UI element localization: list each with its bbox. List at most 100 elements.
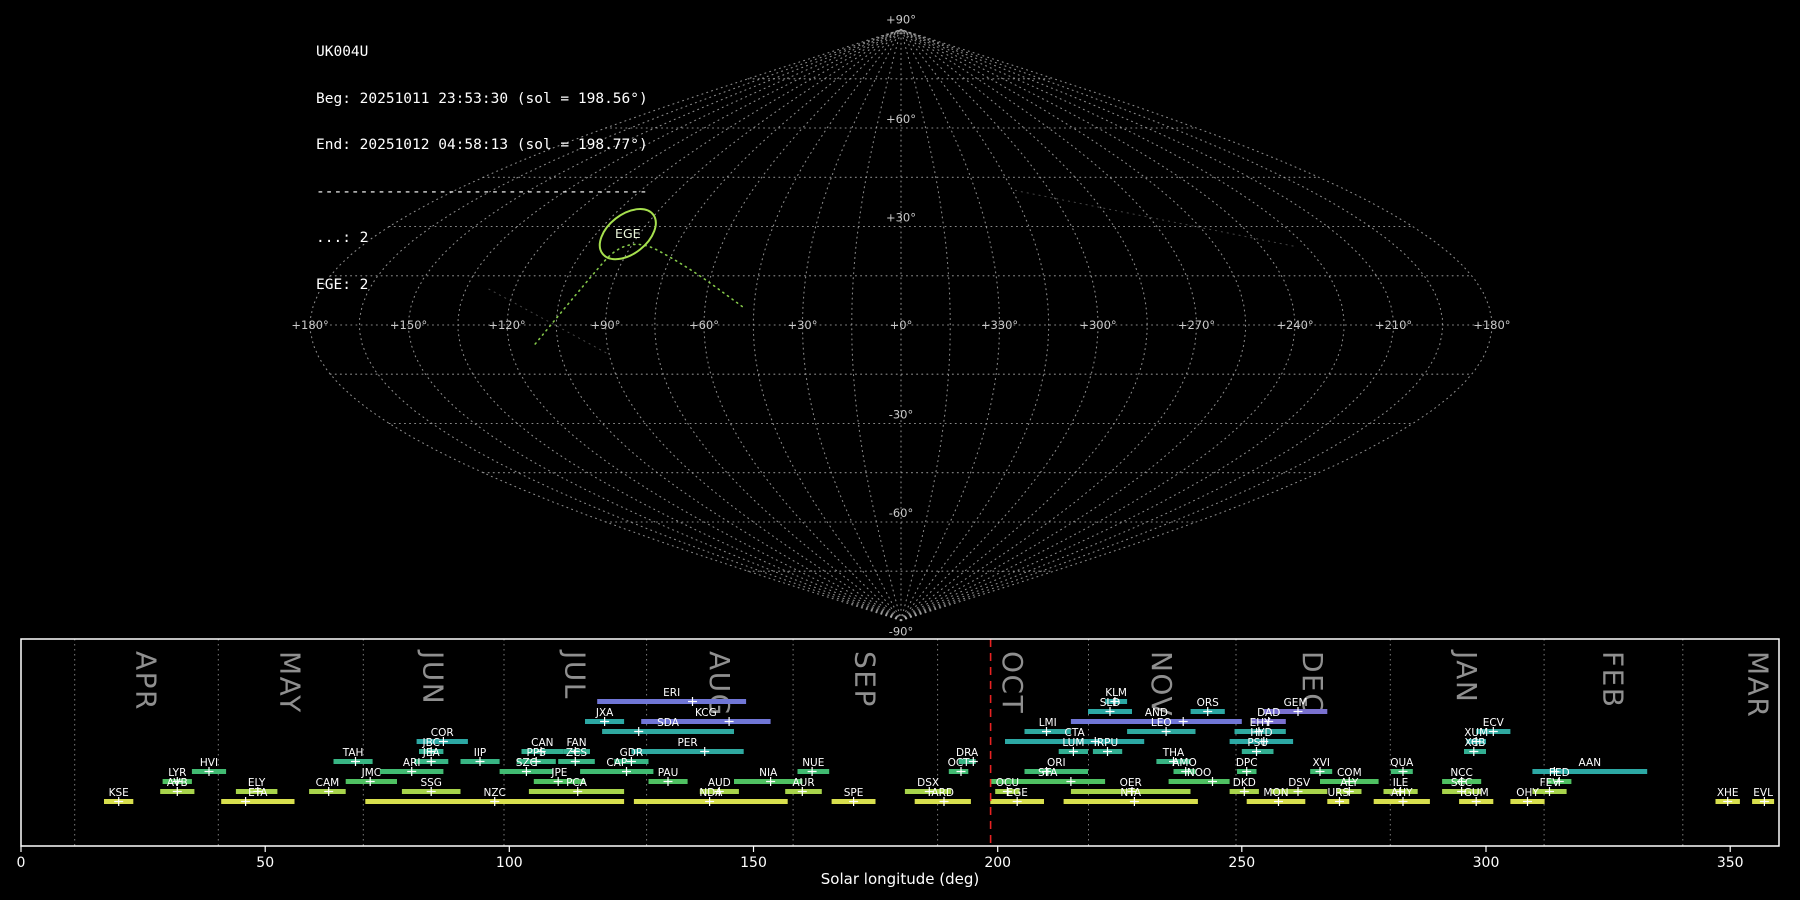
shower-peak-marker (688, 697, 697, 706)
shower-label: AUR (793, 777, 815, 789)
x-tick-label: 50 (256, 855, 274, 871)
shower-label: ERI (663, 687, 680, 699)
shower-label: SZC (516, 757, 537, 769)
month-label: APR (130, 651, 163, 711)
shower-label: DPC (1236, 757, 1258, 769)
x-tick-label: 250 (1228, 855, 1255, 871)
skymap-lon-label: +270° (1178, 318, 1215, 332)
x-axis-title: Solar longitude (deg) (821, 870, 979, 888)
shower-label: OCT (948, 757, 971, 769)
skymap-lon-label: +60° (689, 318, 719, 332)
shower-label: NOO (1187, 767, 1211, 779)
shower-label: CAM (316, 777, 340, 789)
shower-label: SSG (420, 777, 441, 789)
count-sporadic-line: ...: 2 (316, 230, 369, 246)
shower-bar (580, 769, 654, 774)
shower-label: GEM (1284, 697, 1308, 709)
shower-label: JEA (422, 747, 441, 759)
shower-label: NIA (759, 767, 778, 779)
x-tick-label: 100 (496, 855, 523, 871)
shower-label: GUM (1464, 787, 1489, 799)
month-label: OCT (996, 651, 1029, 714)
shower-label: IIP (474, 747, 487, 759)
shower-label: LEO (1151, 717, 1172, 729)
shower-label: EGE (1006, 787, 1027, 799)
activity-timeline: APR MAY JUN JUL AUG SEP OCT NOV DEC JAN FEB MARERI K… (17, 638, 1780, 888)
skymap-lat-label: +30° (886, 211, 916, 225)
radiant-and-activity-chart: EGE+180° +150° +120° +90° +60° +30° +0° +330° +3… (17, 13, 1780, 888)
shower-label: NUE (802, 757, 824, 769)
shower-label: QUA (1390, 757, 1414, 769)
shower-label: RPU (1097, 737, 1118, 749)
shower-label: PSU (1247, 737, 1268, 749)
shower-peak-marker (1066, 777, 1076, 786)
shower-label: ARD (931, 787, 954, 799)
shower-label: EVL (1753, 787, 1773, 799)
shower-label: STA (1038, 767, 1058, 779)
count-ege-line: EGE: 2 (316, 276, 369, 293)
shower-label: LMI (1039, 717, 1057, 729)
month-label: JUN (417, 649, 450, 705)
shower-label: XHE (1717, 787, 1739, 799)
shower-label: DKD (1233, 777, 1256, 789)
skymap-lon-label: +30° (787, 318, 817, 332)
skymap-lon-label: +240° (1276, 318, 1313, 332)
shower-bar (221, 799, 295, 804)
shower-label: AVB (167, 777, 188, 789)
shower-label: XVI (1312, 757, 1329, 769)
shower-label: PAU (658, 767, 679, 779)
x-tick-label: 300 (1473, 855, 1500, 871)
month-label: JAN (1450, 649, 1483, 703)
meteor-trail (1014, 189, 1294, 247)
skymap-lat-label: +90° (886, 13, 916, 27)
x-tick-label: 350 (1717, 855, 1744, 871)
shower-label: NTA (1120, 787, 1141, 799)
shower-label: AAN (1579, 757, 1602, 769)
shower-label: CAP (606, 757, 627, 769)
skymap-lat-label: -30° (889, 408, 914, 422)
shower-peak-marker (724, 717, 734, 726)
month-label: MAR (1742, 651, 1775, 718)
shower-label: ZCS (566, 747, 588, 759)
shower-label: KSE (109, 787, 129, 799)
shower-label: ARI (403, 757, 421, 769)
shower-label: NDA (699, 787, 723, 799)
shower-label: TAH (342, 747, 364, 759)
shower-label: PCA (566, 777, 588, 789)
x-tick-label: 150 (740, 855, 767, 871)
month-label: SEP (848, 651, 881, 708)
shower-label: ORS (1197, 697, 1220, 709)
skymap-lon-label: +330° (981, 318, 1018, 332)
observation-info: UK004U Beg: 20251011 23:53:30 (sol = 198… (316, 14, 648, 324)
skymap-lon-label: +210° (1375, 318, 1412, 332)
shower-peak-marker (634, 727, 644, 736)
shower-label: NZC (484, 787, 506, 799)
shower-label: HVI (200, 757, 218, 769)
shower-bar (1127, 729, 1196, 734)
shower-peak-marker (1178, 717, 1188, 726)
shower-label: URS (1327, 787, 1349, 799)
shower-bar (602, 729, 734, 734)
shower-label: DSV (1288, 777, 1311, 789)
shower-label: XCB (1465, 737, 1486, 749)
shower-label: PER (677, 737, 697, 749)
shower-bar (1168, 779, 1230, 784)
skymap-lat-label: +60° (886, 112, 916, 126)
shower-label: JPE (550, 767, 567, 779)
shower-label: LUM (1062, 737, 1084, 749)
shower-label: SLD (1100, 697, 1121, 709)
shower-label: FEV (1540, 777, 1561, 789)
month-label: FEB (1597, 651, 1630, 709)
shower-label: KCG (695, 707, 717, 719)
shower-bar (597, 699, 747, 704)
shower-peak-marker (700, 747, 710, 756)
skymap-lon-label: +180° (1473, 318, 1510, 332)
x-tick-label: 0 (17, 855, 26, 871)
shower-label: OHY (1516, 787, 1539, 799)
begin-time-line: Beg: 20251011 23:53:30 (sol = 198.56°) (316, 90, 648, 107)
skymap-lon-label: +0° (890, 318, 913, 332)
x-tick-label: 200 (984, 855, 1011, 871)
shower-label: ETA (248, 787, 268, 799)
skymap-lat-label: -90° (889, 625, 914, 639)
skymap-lon-label: +300° (1079, 318, 1116, 332)
